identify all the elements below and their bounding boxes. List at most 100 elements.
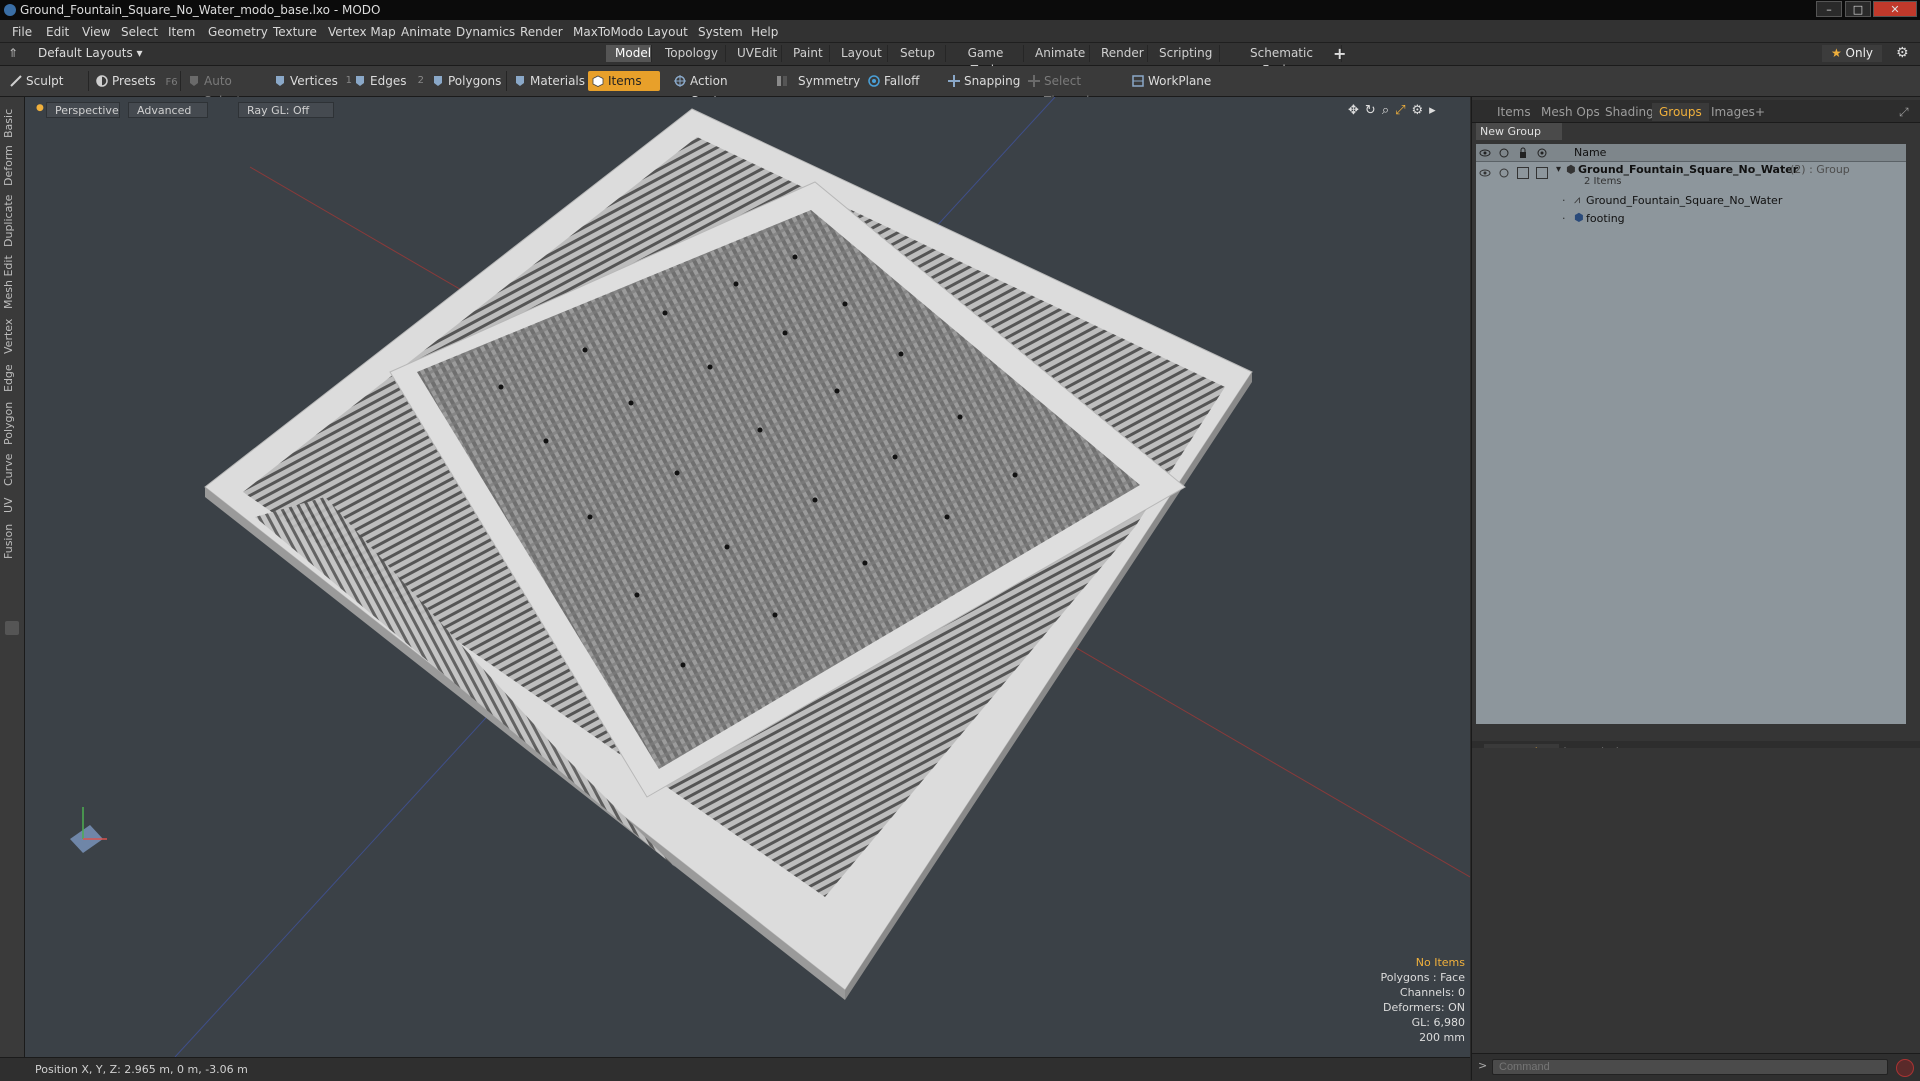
- panel-toggle-button[interactable]: [5, 621, 19, 635]
- auto-select-button[interactable]: Auto Select: [184, 71, 266, 108]
- 3d-viewport[interactable]: ✥↻⌕⤢⚙▸: [25, 97, 1470, 1057]
- edges-button[interactable]: Edges 2: [350, 71, 424, 91]
- tab-game-tools[interactable]: Game Tools: [948, 45, 1024, 77]
- gl-count: GL: 6,980: [1411, 1016, 1465, 1029]
- tab-uvedit[interactable]: UVEdit: [728, 45, 782, 62]
- vertices-button[interactable]: Vertices 1: [270, 71, 352, 91]
- viewport-gear-icon[interactable]: ⚙: [1412, 103, 1430, 118]
- pan-icon[interactable]: ✥: [1348, 103, 1365, 118]
- menu-maxtomodo[interactable]: MaxToModo: [573, 25, 643, 39]
- close-button[interactable]: ✕: [1873, 1, 1917, 17]
- materials-button[interactable]: Materials: [510, 71, 585, 91]
- action-center-button[interactable]: Action Center: [670, 71, 762, 108]
- left-tool-tabs: Basic Deform Duplicate Mesh Edit Vertex …: [0, 97, 25, 1057]
- group-visibility-eye-icon[interactable]: [1479, 167, 1491, 179]
- position-readout: Position X, Y, Z: 2.965 m, 0 m, -3.06 m: [35, 1063, 248, 1076]
- tab-topology[interactable]: Topology: [656, 45, 726, 62]
- lock-icon[interactable]: [1517, 147, 1529, 159]
- polygons-button[interactable]: Polygons: [428, 71, 502, 91]
- groups-panel-tabs: Items Mesh Ops Shading Groups Images + ⤢: [1472, 100, 1920, 123]
- snapping-label: Snapping: [964, 74, 1021, 88]
- zoom-icon[interactable]: ⌕: [1382, 103, 1395, 118]
- group-child-row[interactable]: · ⬢ footing: [1476, 210, 1906, 228]
- menu-item[interactable]: Item: [168, 25, 195, 39]
- tab-items[interactable]: Items: [1490, 103, 1538, 121]
- raygl-button[interactable]: Ray GL: Off: [238, 102, 334, 118]
- tab-schematic-fusion[interactable]: Schematic Fusion: [1222, 45, 1342, 77]
- tab-model[interactable]: Model: [606, 45, 652, 62]
- vtab-curve[interactable]: Curve: [2, 451, 22, 489]
- tab-render[interactable]: Render: [1092, 45, 1148, 62]
- menu-texture[interactable]: Texture: [273, 25, 317, 39]
- vtab-fusion[interactable]: Fusion: [2, 521, 22, 561]
- tab-paint[interactable]: Paint: [784, 45, 830, 62]
- tab-animate[interactable]: Animate: [1026, 45, 1090, 62]
- advanced-shading-button[interactable]: Advanced: [128, 102, 208, 118]
- presets-button[interactable]: Presets F6: [92, 71, 178, 91]
- select-through-button[interactable]: Select Through: [1024, 71, 1120, 108]
- command-input[interactable]: [1492, 1059, 1888, 1075]
- menu-select[interactable]: Select: [121, 25, 158, 39]
- items-button[interactable]: Items: [588, 71, 660, 91]
- sculpt-button[interactable]: Sculpt: [6, 71, 86, 91]
- menu-edit[interactable]: Edit: [46, 25, 69, 39]
- vtab-deform[interactable]: Deform: [2, 145, 22, 187]
- menu-layout[interactable]: Layout: [647, 25, 688, 39]
- workplane-button[interactable]: WorkPlane: [1128, 71, 1211, 91]
- only-toggle[interactable]: ★ Only: [1822, 45, 1882, 62]
- add-tab-button[interactable]: +: [1748, 103, 1772, 121]
- snapping-button[interactable]: Snapping: [944, 71, 1020, 91]
- tab-mesh-ops[interactable]: Mesh Ops: [1534, 103, 1607, 121]
- tab-layout[interactable]: Layout: [832, 45, 888, 62]
- vtab-vertex[interactable]: Vertex: [2, 315, 22, 357]
- new-group-button[interactable]: New Group: [1476, 123, 1562, 140]
- symmetry-button[interactable]: Symmetry: [772, 71, 860, 91]
- render-icon[interactable]: [1498, 147, 1510, 159]
- settings-gear-icon[interactable]: ⚙: [1896, 45, 1909, 61]
- vtab-edge[interactable]: Edge: [2, 361, 22, 395]
- tab-setup[interactable]: Setup: [890, 45, 946, 62]
- command-history-icon[interactable]: [1896, 1059, 1914, 1077]
- minimize-button[interactable]: –: [1816, 1, 1842, 17]
- expand-arrow-icon[interactable]: ▾: [1556, 164, 1561, 175]
- name-column-header[interactable]: Name: [1574, 146, 1606, 159]
- falloff-button[interactable]: Falloff: [864, 71, 930, 91]
- add-layout-tab-button[interactable]: +: [1333, 44, 1346, 63]
- group-select-checkbox[interactable]: [1536, 167, 1548, 179]
- brush-icon: [10, 75, 22, 87]
- collapse-arrow-icon[interactable]: ⇑: [8, 46, 18, 60]
- select-through-icon: [1028, 75, 1040, 87]
- tab-scripting[interactable]: Scripting: [1150, 45, 1220, 62]
- fit-view-icon[interactable]: ⤢: [1395, 103, 1411, 118]
- group-lock-checkbox[interactable]: [1517, 167, 1529, 179]
- vtab-duplicate[interactable]: Duplicate: [2, 193, 22, 249]
- perspective-button[interactable]: Perspective: [46, 102, 120, 118]
- group-row[interactable]: ▾ ⬢ Ground_Fountain_Square_No_Water (2) …: [1476, 163, 1906, 191]
- viewport-menu-arrow-icon[interactable]: ▸: [1429, 103, 1442, 118]
- symmetry-label: Symmetry: [798, 74, 861, 88]
- default-layouts-dropdown[interactable]: Default Layouts ▾: [38, 46, 143, 60]
- group-render-icon[interactable]: [1498, 167, 1510, 179]
- menu-geometry[interactable]: Geometry: [208, 25, 268, 39]
- vtab-mesh-edit[interactable]: Mesh Edit: [2, 253, 22, 311]
- menu-file[interactable]: File: [12, 25, 32, 39]
- expand-panel-icon[interactable]: ⤢: [1892, 103, 1916, 121]
- only-label: Only: [1845, 46, 1874, 60]
- rotate-icon[interactable]: ↻: [1365, 103, 1382, 118]
- maximize-button[interactable]: □: [1845, 1, 1871, 17]
- menu-dynamics[interactable]: Dynamics: [456, 25, 515, 39]
- visibility-eye-icon[interactable]: [1479, 147, 1491, 159]
- group-child-row[interactable]: · ⩘ Ground_Fountain_Square_No_Water: [1476, 192, 1906, 210]
- vtab-basic[interactable]: Basic: [2, 105, 22, 141]
- menu-vertex-map[interactable]: Vertex Map: [328, 25, 396, 39]
- menu-view[interactable]: View: [82, 25, 110, 39]
- vtab-polygon[interactable]: Polygon: [2, 399, 22, 447]
- menu-animate[interactable]: Animate: [401, 25, 451, 39]
- tree-line-icon: ·: [1562, 194, 1566, 207]
- tab-groups[interactable]: Groups: [1652, 103, 1709, 121]
- menu-system[interactable]: System: [698, 25, 743, 39]
- select-icon[interactable]: [1536, 147, 1548, 159]
- menu-render[interactable]: Render: [520, 25, 563, 39]
- menu-help[interactable]: Help: [751, 25, 778, 39]
- vtab-uv[interactable]: UV: [2, 493, 22, 517]
